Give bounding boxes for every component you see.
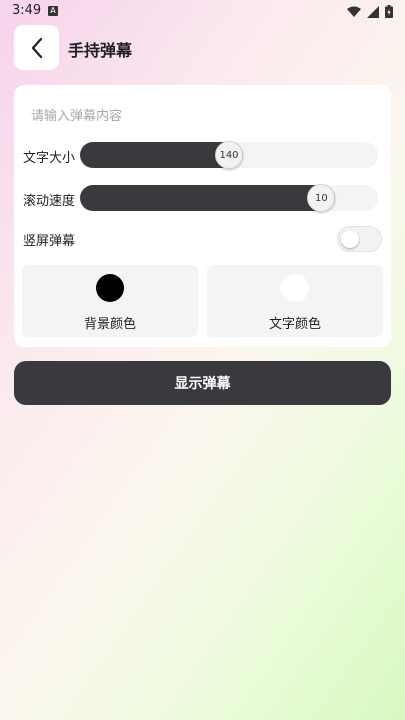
toggle-knob — [341, 230, 359, 248]
back-button[interactable] — [14, 25, 59, 70]
show-danmaku-button[interactable]: 显示弹幕 — [14, 361, 391, 405]
text-color-label: 文字颜色 — [268, 317, 321, 332]
text-color-swatch — [281, 274, 309, 302]
font-size-slider[interactable]: 140 — [80, 141, 378, 169]
wifi-icon — [347, 6, 361, 17]
status-bar: 3:49 A — [0, 0, 405, 24]
portrait-mode-toggle[interactable] — [337, 226, 382, 252]
scroll-speed-slider[interactable]: 10 — [80, 184, 378, 212]
battery-icon — [385, 5, 393, 18]
scroll-speed-slider-thumb[interactable]: 10 — [307, 184, 336, 212]
portrait-mode-label: 竖屏弹幕 — [23, 234, 76, 249]
scroll-speed-label: 滚动速度 — [23, 194, 76, 209]
background-color-picker[interactable]: 背景颜色 — [22, 265, 198, 337]
background-color-swatch — [96, 274, 124, 302]
danmaku-text-input[interactable] — [31, 105, 331, 127]
background-color-label: 背景颜色 — [83, 317, 136, 332]
font-size-slider-thumb[interactable]: 140 — [215, 141, 243, 169]
notification-icon: A — [48, 6, 58, 16]
settings-card: 文字大小 140 滚动速度 10 竖屏弹幕 背景颜色 文字颜色 — [14, 85, 391, 347]
signal-icon — [367, 5, 379, 18]
status-time: 3:49 — [12, 3, 42, 18]
font-size-label: 文字大小 — [23, 151, 76, 166]
chevron-left-icon — [31, 37, 42, 58]
scroll-speed-slider-fill — [80, 185, 336, 211]
page-title: 手持弹幕 — [68, 41, 133, 60]
text-color-picker[interactable]: 文字颜色 — [207, 265, 383, 337]
status-icons — [347, 5, 393, 18]
